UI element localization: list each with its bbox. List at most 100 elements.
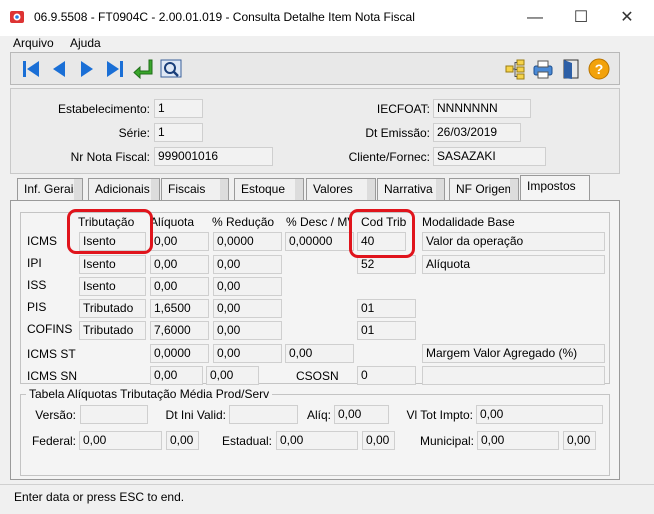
aliq-label: Alíq:	[306, 408, 331, 422]
icms-modalidade[interactable]: Valor da operação	[422, 232, 605, 251]
close-button[interactable]: ✕	[604, 6, 650, 30]
row-label-ipi: IPI	[27, 256, 42, 270]
svg-text:?: ?	[595, 61, 604, 77]
federal-field[interactable]: 0,00	[79, 431, 162, 450]
cofins-reducao[interactable]: 0,00	[213, 321, 282, 340]
icms-st-aliquota[interactable]: 0,0000	[150, 344, 209, 363]
window-title: 06.9.5508 - FT0904C - 2.00.01.019 - Cons…	[34, 10, 415, 24]
pis-aliquota[interactable]: 1,6500	[150, 299, 209, 318]
print-icon[interactable]	[531, 57, 555, 81]
last-icon[interactable]	[103, 57, 127, 81]
help-icon[interactable]: ?	[587, 57, 611, 81]
col-aliquota: Alíquota	[150, 215, 195, 229]
serie-label: Série:	[118, 126, 150, 140]
iss-reducao[interactable]: 0,00	[213, 277, 282, 296]
aliq-field[interactable]: 0,00	[334, 405, 389, 424]
municipal-label: Municipal:	[419, 434, 474, 448]
csosn-label: CSOSN	[296, 369, 339, 383]
row-label-icms-sn: ICMS SN	[27, 369, 78, 383]
tab-estoque[interactable]: Estoque	[234, 178, 304, 200]
icms-st-desc[interactable]: 0,00	[285, 344, 354, 363]
tabela-title: Tabela Alíquotas Tributação Média Prod/S…	[26, 387, 273, 401]
pis-cod-trib[interactable]: 01	[357, 299, 416, 318]
goto-icon[interactable]	[131, 57, 155, 81]
row-label-cofins: COFINS	[27, 322, 73, 336]
dt-emissao-field[interactable]: 26/03/2019	[433, 123, 521, 142]
maximize-button[interactable]: ☐	[558, 6, 604, 30]
icms-reducao[interactable]: 0,0000	[213, 232, 282, 251]
cofins-aliquota[interactable]: 7,6000	[150, 321, 209, 340]
icms-st-modalidade[interactable]: Margem Valor Agregado (%)	[422, 344, 605, 363]
menu-arquivo[interactable]: Arquivo	[13, 36, 54, 50]
cofins-tributacao[interactable]: Tributado	[79, 321, 146, 340]
estadual-label: Estadual:	[221, 434, 272, 448]
federal-field-2[interactable]: 0,00	[166, 431, 199, 450]
tab-label: Adicionais	[95, 182, 150, 196]
icms-sn-extra[interactable]	[422, 366, 605, 385]
tab-inf-gerais[interactable]: Inf. Gerais	[17, 178, 83, 200]
vl-tot-label: Vl Tot Impto:	[406, 408, 473, 422]
first-icon[interactable]	[19, 57, 43, 81]
tree-icon[interactable]	[503, 57, 527, 81]
minimize-button[interactable]: —	[512, 6, 558, 30]
menu-ajuda[interactable]: Ajuda	[70, 36, 101, 50]
tab-nf-origem[interactable]: NF Origem	[449, 178, 519, 200]
row-label-iss: ISS	[27, 278, 47, 292]
municipal-field-2[interactable]: 0,00	[563, 431, 596, 450]
tab-narrativa[interactable]: Narrativa	[377, 178, 445, 200]
tab-label: Valores	[313, 182, 353, 196]
versao-field[interactable]	[80, 405, 148, 424]
dt-ini-field[interactable]	[229, 405, 298, 424]
col-desc: % Desc / MVA	[286, 215, 352, 229]
row-label-pis: PIS	[27, 300, 47, 314]
ipi-aliquota[interactable]: 0,00	[150, 255, 209, 274]
iecfoat-label: IECFOAT:	[376, 102, 430, 116]
municipal-field[interactable]: 0,00	[477, 431, 559, 450]
icms-desc[interactable]: 0,00000	[285, 232, 354, 251]
highlight-cod-trib	[349, 209, 415, 258]
col-reducao: % Redução	[212, 215, 275, 229]
tab-label: Impostos	[527, 179, 576, 193]
ipi-modalidade[interactable]: Alíquota	[422, 255, 605, 274]
tab-label: Estoque	[241, 182, 286, 196]
highlight-tributacao	[67, 209, 153, 254]
prev-icon[interactable]	[47, 57, 71, 81]
zoom-icon[interactable]	[159, 57, 183, 81]
tab-valores[interactable]: Valores	[306, 178, 376, 200]
serie-field[interactable]: 1	[154, 123, 203, 142]
estabelecimento-field[interactable]: 1	[154, 99, 203, 118]
estadual-field[interactable]: 0,00	[276, 431, 358, 450]
icms-aliquota[interactable]: 0,00	[150, 232, 209, 251]
icms-sn-value2[interactable]: 0,00	[206, 366, 259, 385]
status-text: Enter data or press ESC to end.	[14, 490, 185, 504]
pis-tributacao[interactable]: Tributado	[79, 299, 146, 318]
nr-nota-field[interactable]: 999001016	[154, 147, 273, 166]
icms-sn-value1[interactable]: 0,00	[150, 366, 203, 385]
iss-aliquota[interactable]: 0,00	[150, 277, 209, 296]
iecfoat-field[interactable]: NNNNNNN	[433, 99, 531, 118]
icms-st-reducao[interactable]: 0,00	[213, 344, 282, 363]
ipi-tributacao[interactable]: Isento	[79, 255, 146, 274]
dt-ini-label: Dt Ini Valid:	[165, 408, 226, 422]
iss-tributacao[interactable]: Isento	[79, 277, 146, 296]
nr-nota-label: Nr Nota Fiscal:	[70, 150, 150, 164]
csosn-field[interactable]: 0	[357, 366, 416, 385]
tab-impostos[interactable]: Impostos	[520, 175, 590, 201]
tab-adicionais[interactable]: Adicionais	[88, 178, 160, 200]
tab-label: Narrativa	[384, 182, 433, 196]
tab-label: Inf. Gerais	[24, 182, 80, 196]
estadual-field-2[interactable]: 0,00	[362, 431, 395, 450]
cliente-field[interactable]: SASAZAKI	[433, 147, 546, 166]
pis-reducao[interactable]: 0,00	[213, 299, 282, 318]
app-icon	[9, 9, 25, 25]
tab-label: Fiscais	[168, 182, 206, 196]
cliente-label: Cliente/Fornec:	[348, 150, 430, 164]
cofins-cod-trib[interactable]: 01	[357, 321, 416, 340]
exit-icon[interactable]	[559, 57, 583, 81]
vl-tot-field[interactable]: 0,00	[476, 405, 603, 424]
dt-emissao-label: Dt Emissão:	[365, 126, 430, 140]
next-icon[interactable]	[75, 57, 99, 81]
ipi-reducao[interactable]: 0,00	[213, 255, 282, 274]
tab-fiscais[interactable]: Fiscais	[161, 178, 229, 200]
col-modalidade: Modalidade Base	[422, 215, 515, 229]
